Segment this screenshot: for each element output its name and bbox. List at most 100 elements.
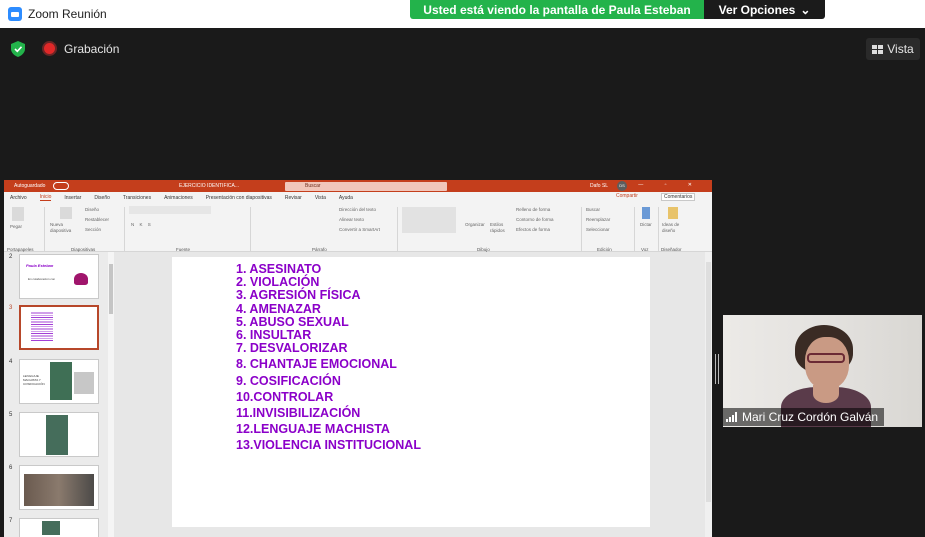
slide-thumbnail-3[interactable] — [19, 305, 99, 350]
thumb-number: 7 — [9, 518, 13, 524]
select-button[interactable]: Seleccionar — [586, 227, 610, 232]
chevron-down-icon: ⌄ — [800, 2, 811, 17]
slide-list-item: 13.VIOLENCIA INSTITUCIONAL — [236, 438, 421, 453]
ribbon-divider — [658, 207, 659, 251]
ribbon-divider — [581, 207, 582, 251]
slide-thumbnails-pane: 2 Paula Esteban En colaboración con 3 4 … — [4, 252, 110, 537]
slide-thumbnail-6[interactable] — [19, 465, 99, 510]
slide-list-item: 7. DESVALORIZAR — [236, 341, 348, 356]
recording-icon[interactable] — [44, 43, 55, 54]
ribbon-divider — [397, 207, 398, 251]
ppt-filename: EJERCICIO IDENTIFICA... — [179, 183, 240, 189]
slide-list-item: 12.LENGUAJE MACHISTA — [236, 422, 390, 437]
slide-canvas[interactable]: 1. ASESINATO 2. VIOLACIÓN 3. AGRESIÓN FÍ… — [172, 257, 650, 527]
slide-thumbnail-7[interactable] — [19, 518, 99, 537]
slide-scrollbar[interactable] — [705, 252, 712, 537]
tab-inicio[interactable]: Inicio — [39, 194, 52, 201]
slide-list-item: 4. AMENAZAR — [236, 301, 321, 316]
slide-list-item: 8. CHANTAJE EMOCIONAL — [236, 357, 397, 372]
tab-vista[interactable]: Vista — [315, 195, 326, 201]
slide-thumbnail-2[interactable]: Paula Esteban En colaboración con — [19, 254, 99, 299]
align-text-button[interactable]: Alinear texto — [339, 217, 364, 222]
slide-list-item: 10.CONTROLAR — [236, 389, 334, 404]
smartart-button[interactable]: Convertir a SmartArt — [339, 227, 380, 232]
autosave-label: Autoguardado — [14, 183, 46, 189]
slide-list-item: 3. AGRESIÓN FÍSICA — [236, 288, 361, 303]
tab-archivo[interactable]: Archivo — [10, 195, 27, 201]
tab-revisar[interactable]: Revisar — [285, 195, 302, 201]
ribbon-divider — [44, 207, 45, 251]
new-slide-icon[interactable] — [60, 207, 72, 219]
view-options-label: Ver Opciones — [718, 2, 796, 17]
slide-violence-list: 1. ASESINATO 2. VIOLACIÓN 3. AGRESIÓN FÍ… — [236, 262, 421, 453]
heart-logo-icon — [74, 273, 88, 285]
ppt-user-avatar[interactable]: DS — [617, 181, 627, 191]
tab-diseno[interactable]: Diseño — [94, 195, 110, 201]
shapes-gallery[interactable] — [402, 207, 456, 233]
font-name-field[interactable] — [129, 206, 211, 214]
tab-insertar[interactable]: Insertar — [64, 195, 81, 201]
thumbnails-scrollbar[interactable] — [108, 252, 114, 537]
thumb-image — [74, 372, 94, 394]
shape-fill-button[interactable]: Relleno de forma — [516, 207, 550, 212]
ppt-ribbon: Pegar Nueva diapositiva Diseño Restablec… — [4, 203, 712, 252]
thumb-number: 5 — [9, 412, 13, 418]
panel-resize-handle[interactable] — [715, 354, 720, 384]
slide-list-item: 9. COSIFICACIÓN — [236, 373, 341, 388]
tab-ayuda[interactable]: Ayuda — [339, 195, 353, 201]
section-button[interactable]: Sección — [85, 227, 101, 232]
security-shield-icon[interactable] — [11, 41, 25, 57]
thumb-image — [46, 415, 68, 455]
thumb-title: Paula Esteban — [26, 263, 54, 268]
comments-button[interactable]: Comentarios — [661, 193, 696, 201]
share-banner: Usted está viendo la pantalla de Paula E… — [410, 0, 704, 19]
thumb-subtitle: En colaboración con — [28, 277, 56, 281]
recording-label[interactable]: Grabación — [64, 42, 119, 56]
tab-animaciones[interactable]: Animaciones — [164, 195, 193, 201]
thumb-image — [24, 474, 94, 506]
thumb-number: 3 — [9, 305, 13, 311]
slide-thumbnail-5[interactable] — [19, 412, 99, 457]
participant-name: Mari Cruz Cordón Galván — [742, 410, 879, 424]
gallery-grid-icon — [872, 44, 884, 54]
view-label: Vista — [887, 42, 914, 56]
participant-name-tag: Mari Cruz Cordón Galván — [723, 408, 885, 426]
window-controls[interactable]: — ▫ ✕ — [638, 182, 702, 188]
shape-outline-button[interactable]: Contorno de forma — [516, 217, 554, 222]
paste-icon[interactable] — [12, 207, 24, 221]
tab-transiciones[interactable]: Transiciones — [123, 195, 151, 201]
microphone-icon[interactable] — [642, 207, 650, 219]
slide-thumbnail-4[interactable]: LENGUAJE MACHISTA Y COSIFICACIÓN — [19, 359, 99, 404]
ribbon-divider — [250, 207, 251, 251]
ribbon-divider — [634, 207, 635, 251]
design-ideas-icon[interactable] — [668, 207, 678, 219]
ribbon-divider — [124, 207, 125, 251]
ppt-workspace: 2 Paula Esteban En colaboración con 3 4 … — [4, 252, 712, 537]
window-title: Zoom Reunión — [28, 7, 107, 21]
layout-button[interactable]: Diseño — [85, 207, 99, 212]
share-button[interactable]: Compartir — [616, 193, 638, 199]
dictate-button[interactable]: Dictar — [640, 222, 652, 227]
new-slide-label[interactable]: Nueva diapositiva — [50, 222, 80, 233]
arrange-button[interactable]: Organizar — [465, 222, 485, 227]
autosave-toggle[interactable] — [53, 182, 69, 190]
reset-button[interactable]: Restablecer — [85, 217, 109, 222]
find-button[interactable]: Buscar — [586, 207, 600, 212]
paste-label[interactable]: Pegar — [10, 224, 22, 229]
view-options-button[interactable]: Ver Opciones ⌄ — [704, 0, 825, 19]
replace-button[interactable]: Reemplazar — [586, 217, 610, 222]
meeting-area: Grabación Vista Autoguardado EJERCICIO I… — [0, 28, 925, 537]
font-style-buttons[interactable]: N K S — [131, 222, 153, 227]
design-ideas-button[interactable]: Ideas de diseño — [662, 222, 686, 233]
signal-bars-icon — [726, 412, 737, 422]
quick-styles-button[interactable]: Estilos rápidos — [490, 222, 510, 233]
ppt-titlebar: Autoguardado EJERCICIO IDENTIFICA... Bus… — [4, 180, 712, 192]
thumb-text: LENGUAJE MACHISTA Y COSIFICACIÓN — [23, 374, 45, 386]
text-direction-button[interactable]: Dirección del texto — [339, 207, 376, 212]
tab-presentacion[interactable]: Presentación con diapositivas — [206, 195, 272, 201]
ppt-search-box[interactable]: Buscar — [285, 182, 447, 191]
view-button[interactable]: Vista — [866, 38, 920, 60]
shape-effects-button[interactable]: Efectos de forma — [516, 227, 550, 232]
thumb-number: 6 — [9, 465, 13, 471]
thumb-image — [50, 362, 72, 400]
